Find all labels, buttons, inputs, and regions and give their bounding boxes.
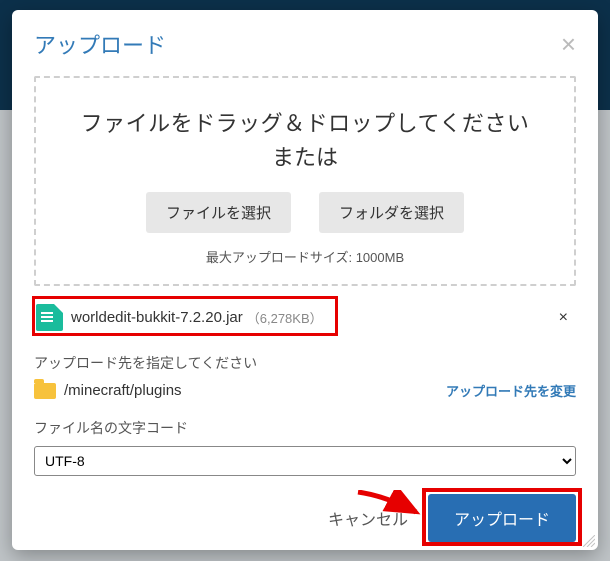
resize-grip-icon[interactable] <box>583 535 595 547</box>
destination-label: アップロード先を指定してください <box>34 353 576 373</box>
dropzone-text-2: または <box>50 140 560 172</box>
destination-path: /minecraft/plugins <box>64 382 182 399</box>
file-name: worldedit-bukkit-7.2.20.jar <box>71 309 243 326</box>
upload-limit-text: 最大アップロードサイズ: 1000MB <box>50 247 560 266</box>
upload-modal: アップロード × ファイルをドラッグ＆ドロップしてください または ファイルを選… <box>12 10 598 550</box>
change-destination-link[interactable]: アップロード先を変更 <box>446 381 576 400</box>
dropzone-text-1: ファイルをドラッグ＆ドロップしてください <box>50 106 560 138</box>
file-icon <box>36 304 63 331</box>
file-row: worldedit-bukkit-7.2.20.jar （6,278KB） × <box>34 300 576 335</box>
modal-header: アップロード × <box>34 28 576 60</box>
file-size: （6,278KB） <box>247 308 323 327</box>
modal-footer: キャンセル アップロード <box>34 476 576 542</box>
encoding-select[interactable]: UTF-8 <box>34 446 576 476</box>
encoding-section: ファイル名の文字コード UTF-8 <box>34 418 576 476</box>
select-file-button[interactable]: ファイルを選択 <box>146 192 291 233</box>
close-icon[interactable]: × <box>561 31 576 57</box>
file-remove-icon[interactable]: × <box>555 309 572 327</box>
modal-title: アップロード <box>34 28 166 60</box>
upload-button[interactable]: アップロード <box>428 494 576 542</box>
destination-section: アップロード先を指定してください /minecraft/plugins アップロ… <box>34 353 576 400</box>
dropzone[interactable]: ファイルをドラッグ＆ドロップしてください または ファイルを選択 フォルダを選択… <box>34 76 576 286</box>
cancel-button[interactable]: キャンセル <box>328 506 408 530</box>
select-folder-button[interactable]: フォルダを選択 <box>319 192 464 233</box>
folder-icon <box>34 383 56 399</box>
encoding-label: ファイル名の文字コード <box>34 418 576 438</box>
